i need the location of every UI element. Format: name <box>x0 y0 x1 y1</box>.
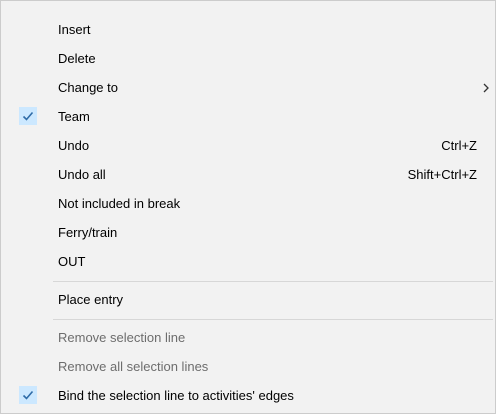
menu-item-label: Insert <box>58 22 91 37</box>
menu-item-label: Not included in break <box>58 196 181 211</box>
menu-separator <box>53 281 493 282</box>
check-highlight <box>19 386 37 404</box>
check-highlight <box>19 107 37 125</box>
menu-item-bind-selection-line[interactable]: Bind the selection line to activities' e… <box>3 381 493 410</box>
menu-item-label: Undo <box>58 138 90 153</box>
menu-item-undo[interactable]: Undo Ctrl+Z <box>3 131 493 160</box>
menu-item-not-included-in-break[interactable]: Not included in break <box>3 189 493 218</box>
menu-item-insert[interactable]: Insert <box>3 15 493 44</box>
menu-item-undo-all[interactable]: Undo all Shift+Ctrl+Z <box>3 160 493 189</box>
menu-item-remove-all-selection-lines: Remove all selection lines <box>3 352 493 381</box>
menu-item-label: Bind the selection line to activities' e… <box>58 388 294 403</box>
menu-item-label: Undo all <box>58 167 106 182</box>
menu-item-change-to[interactable]: Change to <box>3 73 493 102</box>
menu-item-remove-selection-line: Remove selection line <box>3 323 493 352</box>
menu-item-label: Remove all selection lines <box>58 359 209 374</box>
menu-item-label: Remove selection line <box>58 330 186 345</box>
menu-item-out[interactable]: OUT <box>3 247 493 276</box>
menu-item-shortcut: Shift+Ctrl+Z <box>407 167 477 182</box>
checkmark-icon <box>22 390 34 400</box>
menu-item-place-entry[interactable]: Place entry <box>3 285 493 314</box>
menu-item-label: Ferry/train <box>58 225 118 240</box>
menu-item-label: OUT <box>58 254 86 269</box>
menu-item-label: Place entry <box>58 292 124 307</box>
context-menu: Insert Delete Change to Team Undo Ctrl+Z… <box>0 0 496 414</box>
checkmark-icon <box>22 111 34 121</box>
menu-item-team[interactable]: Team <box>3 102 493 131</box>
menu-item-shortcut: Ctrl+Z <box>441 138 477 153</box>
chevron-right-icon <box>483 83 489 93</box>
menu-item-label: Change to <box>58 80 118 95</box>
menu-item-label: Delete <box>58 51 96 66</box>
menu-item-ferry-train[interactable]: Ferry/train <box>3 218 493 247</box>
menu-separator <box>53 319 493 320</box>
menu-item-delete[interactable]: Delete <box>3 44 493 73</box>
menu-item-label: Team <box>58 109 90 124</box>
